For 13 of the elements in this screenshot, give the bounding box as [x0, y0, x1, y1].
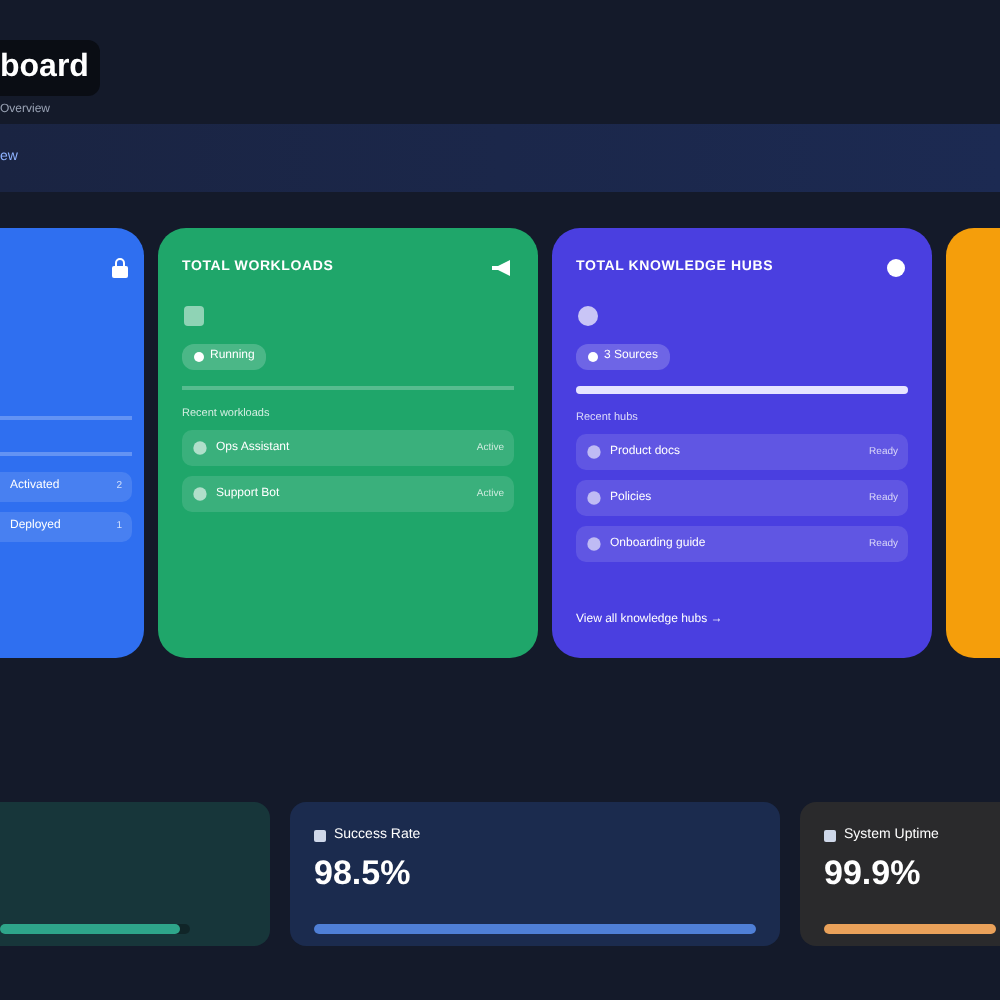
circle-icon [586, 440, 602, 465]
megaphone-icon [490, 256, 514, 280]
square-icon [824, 830, 836, 843]
page-title: board [0, 40, 101, 96]
circle-icon [192, 482, 208, 507]
circle-icon [586, 532, 602, 557]
circle-icon [586, 486, 602, 511]
circle-icon [576, 304, 600, 328]
square-icon [314, 830, 326, 843]
circle-icon [192, 436, 208, 461]
stat-value: 98.5% [314, 851, 413, 895]
stat-value: 99.9% [824, 851, 923, 895]
lock-icon [108, 256, 132, 280]
